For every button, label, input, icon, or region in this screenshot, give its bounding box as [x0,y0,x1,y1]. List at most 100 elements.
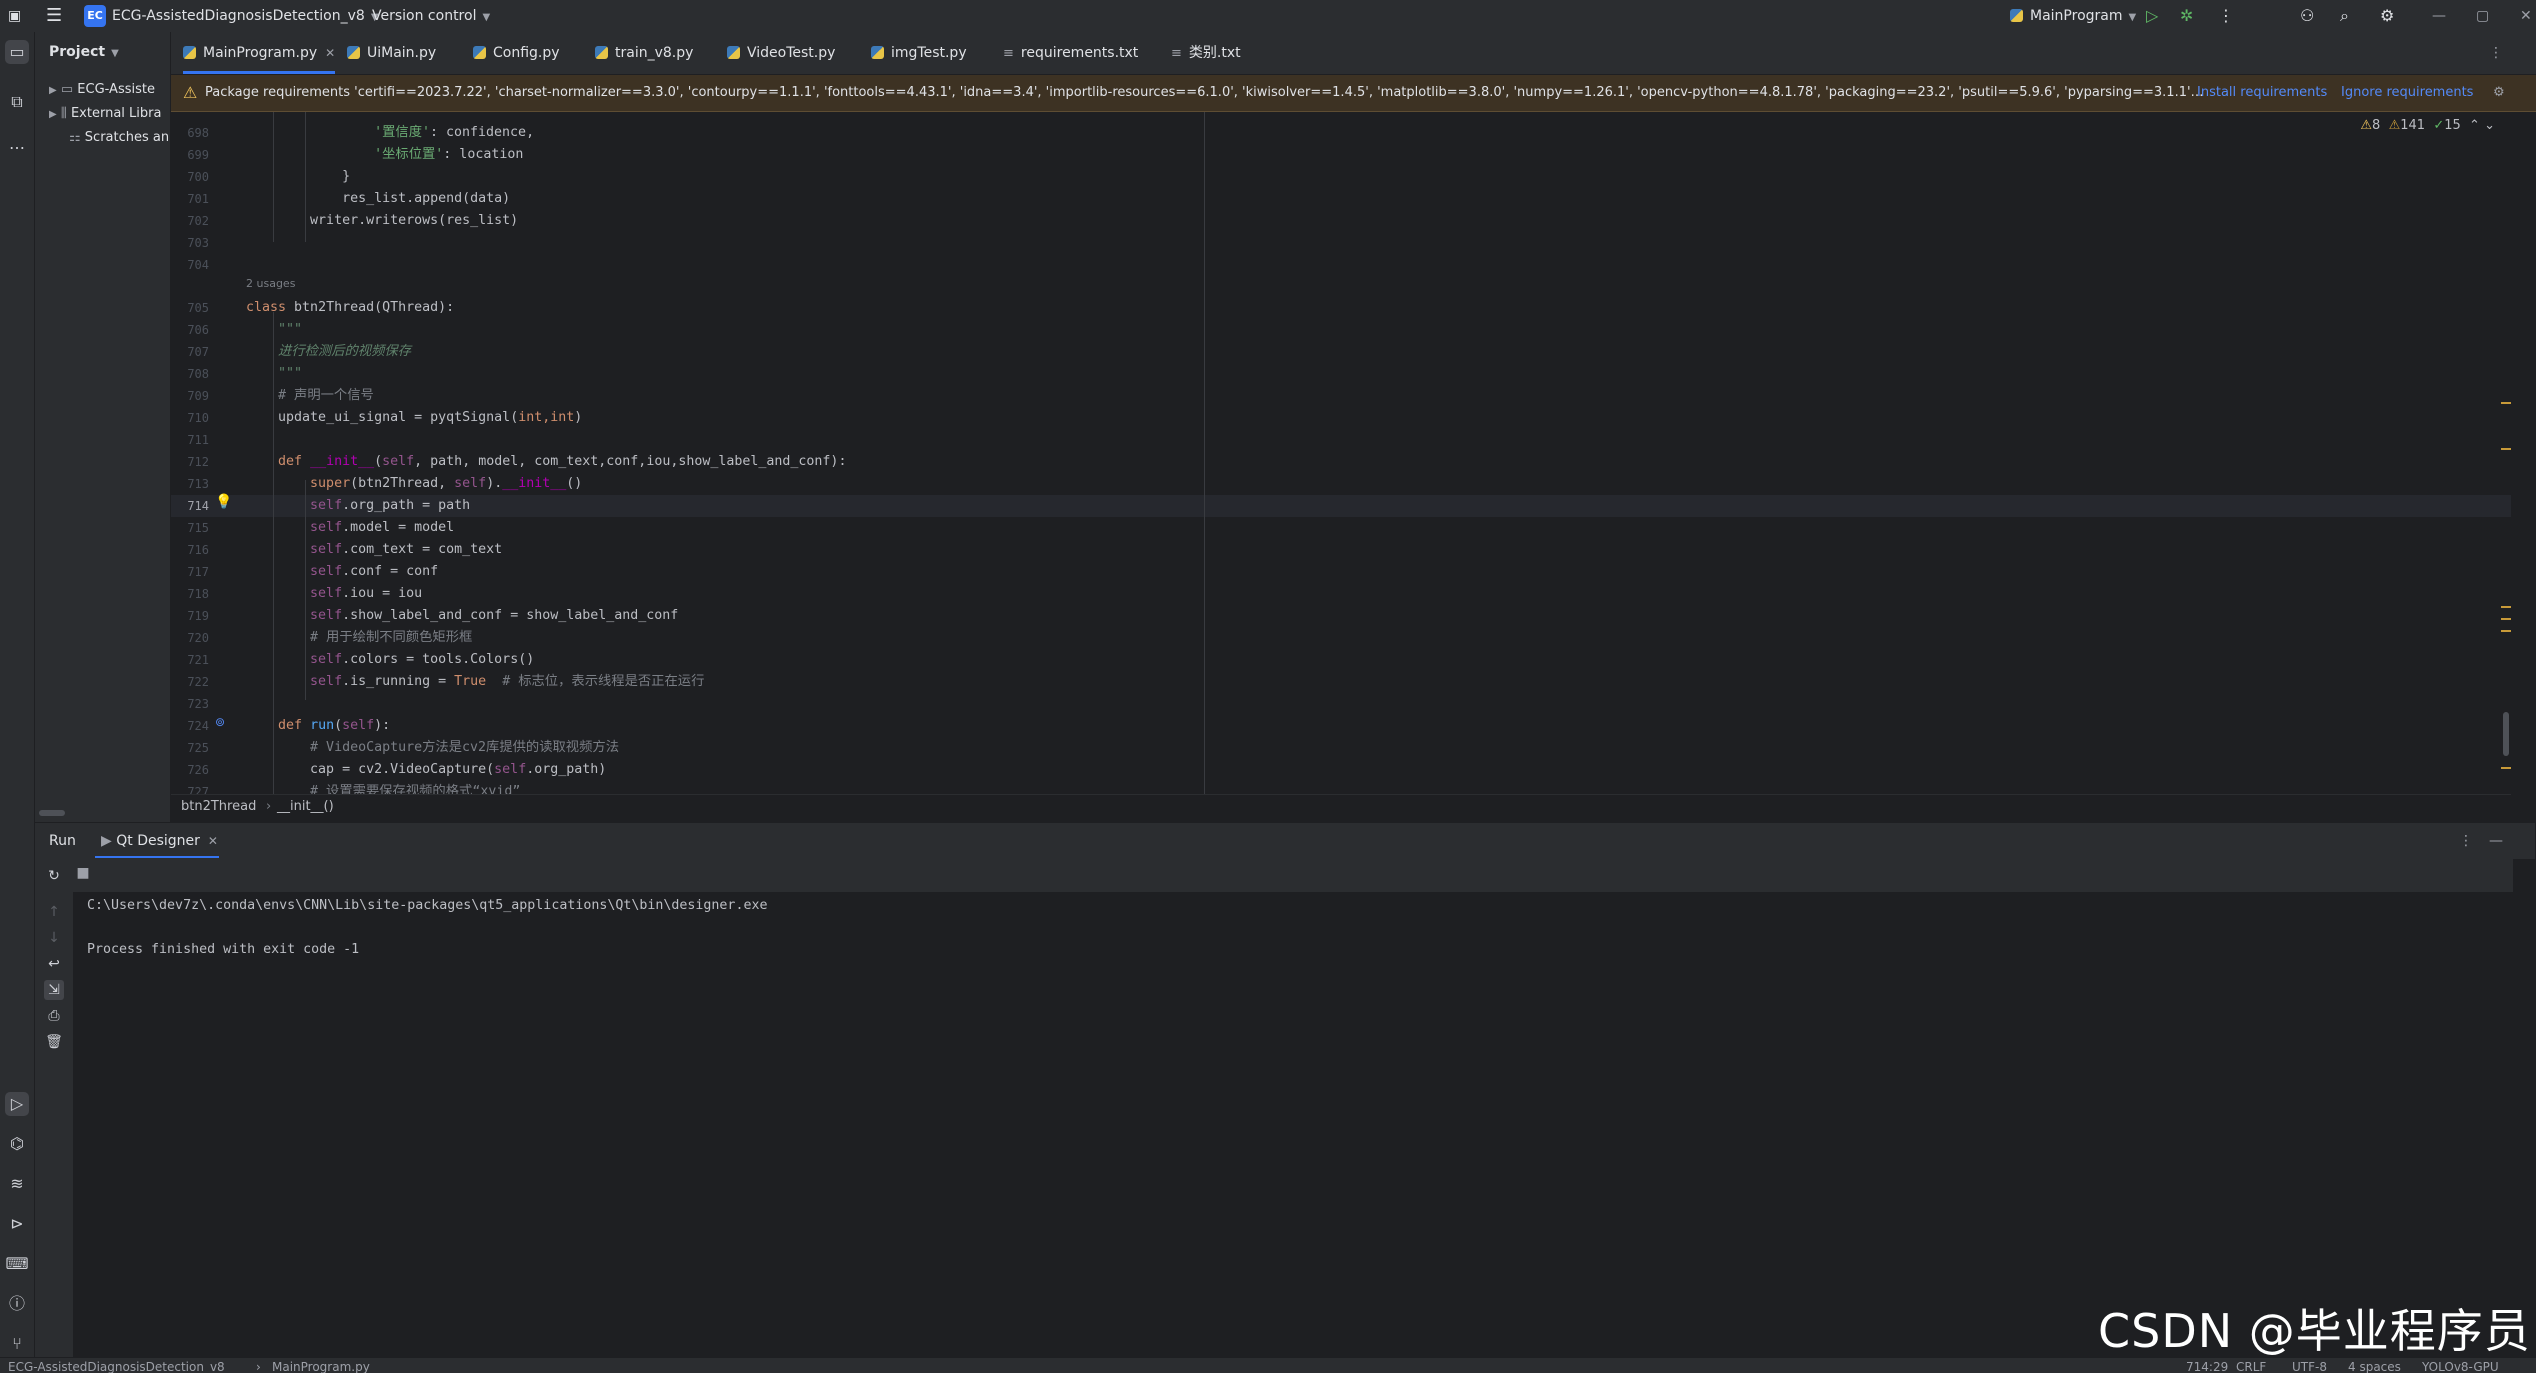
code-line: super(btn2Thread, self).__init__() [310,476,583,491]
debug-icon[interactable]: ✲ [2180,0,2193,32]
tab-categories[interactable]: ≡ 类别.txt [1171,32,1241,74]
override-method-icon[interactable]: ⊚ [215,715,225,729]
tab-videotest[interactable]: VideoTest.py [727,32,835,74]
line-number: 712 [187,455,209,469]
project-panel-title[interactable]: Project ▼ [49,44,119,60]
tab-imgtest[interactable]: imgTest.py [871,32,967,74]
code-line: # 用于绘制不同颜色矩形框 [310,630,473,645]
console-output[interactable]: C:\Users\dev7z\.conda\envs\CNN\Lib\site-… [73,892,2513,1357]
services-icon[interactable]: ⊳ [5,1212,29,1236]
code-line: self.model = model [310,520,455,535]
main-menu-icon[interactable]: ☰ [46,0,62,32]
vertical-scrollbar[interactable] [2503,712,2509,756]
install-requirements-link[interactable]: Install requirements [2197,75,2327,111]
clear-all-icon[interactable]: 🗑 [44,1032,64,1052]
search-icon[interactable]: ⌕ [2340,0,2349,32]
tab-qt-designer[interactable]: ▶ Qt Designer ✕ [101,823,218,859]
vcs-menu[interactable]: Version control ▼ [372,0,490,32]
tab-requirements[interactable]: ≡ requirements.txt [1003,32,1138,74]
line-number: 709 [187,389,209,403]
lightbulb-icon[interactable]: 💡 [215,494,232,510]
python-packages-icon[interactable]: ⌬ [5,1132,29,1156]
close-tab-icon[interactable]: ✕ [325,46,335,60]
tree-item-scratches[interactable]: ⚏ Scratches an [69,130,169,145]
tab-mainprogram[interactable]: MainProgram.py ✕ [183,32,336,74]
run-config-icon: ▶ [101,833,112,849]
line-number: 723 [187,697,209,711]
scroll-marker[interactable] [2501,606,2511,608]
line-number: 711 [187,433,209,447]
check-icon: ✓ [2433,118,2445,133]
scroll-marker[interactable] [2501,767,2511,769]
chevron-down-icon[interactable]: ⌄ [2484,118,2495,133]
stop-icon[interactable]: ■ [73,865,93,885]
hide-panel-icon[interactable]: — [2489,823,2503,859]
line-number: 705 [187,301,209,315]
project-selector[interactable]: ECG-AssistedDiagnosisDetection_v8 ▼ [112,0,379,32]
problems-icon[interactable]: ⓘ [5,1292,29,1316]
run-panel-title[interactable]: Run [49,823,76,859]
tab-options-icon[interactable]: ⋮ [2489,32,2503,74]
git-icon[interactable]: ⑂ [5,1332,29,1356]
more-options-icon[interactable]: ⋮ [2459,823,2473,859]
tab-config[interactable]: Config.py [473,32,560,74]
scroll-marker[interactable] [2501,618,2511,620]
terminal-icon[interactable]: ⌨ [5,1252,29,1276]
ignore-requirements-link[interactable]: Ignore requirements [2341,75,2473,111]
close-tab-icon[interactable]: ✕ [208,834,218,848]
rerun-icon[interactable]: ↻ [44,866,64,886]
breadcrumb-method[interactable]: __init__() [277,799,334,814]
chevron-down-icon: ▼ [2128,12,2137,23]
code-line: """ [278,322,303,337]
line-number: 725 [187,741,209,755]
scroll-marker[interactable] [2501,402,2511,404]
scroll-marker[interactable] [2501,630,2511,632]
code-editor[interactable]: ⚠8 ⚠141 ✓15 ⌃ ⌄ 698 699 700 701 702 703 … [171,112,2511,794]
run-tool-icon[interactable]: ▷ [5,1092,29,1116]
settings-icon[interactable]: ⚙ [2380,0,2394,32]
structure-icon[interactable]: ⧉ [5,90,29,114]
chevron-up-icon[interactable]: ⌃ [2469,118,2480,133]
breadcrumb-class[interactable]: btn2Thread [181,799,256,814]
scroll-up-icon[interactable]: ↑ [44,902,64,922]
more-actions-icon[interactable]: ⋮ [2218,0,2234,32]
python-file-icon [871,46,884,59]
scroll-to-end-icon[interactable]: ⇲ [44,980,64,1000]
horizontal-scrollbar[interactable] [39,810,65,816]
close-icon[interactable]: ✕ [2520,0,2532,32]
tree-item-external-libraries[interactable]: ▶ ⫼ External Libra [49,106,161,121]
status-file[interactable]: MainProgram.py [272,1358,370,1373]
more-tools-icon[interactable]: … [5,132,29,156]
layers-icon[interactable]: ≋ [5,1172,29,1196]
app-logo-icon[interactable]: ▣ [8,0,21,32]
chevron-down-icon: ▼ [482,12,491,23]
run-config-selector[interactable]: MainProgram ▼ [2010,0,2136,32]
library-icon: ⫼ [60,106,67,121]
line-number: 713 [187,477,209,491]
line-number: 716 [187,543,209,557]
print-icon[interactable]: ⎙ [44,1006,64,1026]
inspection-widget[interactable]: ⚠8 ⚠141 ✓15 ⌃ ⌄ [2360,118,2495,133]
code-line: update_ui_signal = pyqtSignal(int,int) [278,410,583,425]
soft-wrap-icon[interactable]: ↩ [44,954,64,974]
line-number: 701 [187,192,209,206]
tab-uimain[interactable]: UiMain.py [347,32,436,74]
project-folder-icon[interactable]: ▭ [5,40,29,64]
minimize-icon[interactable]: — [2432,0,2446,32]
gear-icon[interactable]: ⚙ [2493,75,2505,111]
code-line: 进行检测后的视频保存 [278,344,411,359]
maximize-icon[interactable]: ▢ [2476,0,2489,32]
status-project[interactable]: ECG-AssistedDiagnosisDetection_v8 [8,1358,225,1373]
tab-train-v8[interactable]: train_v8.py [595,32,693,74]
account-icon[interactable]: ⚇ [2300,0,2314,32]
tree-item-project[interactable]: ▶ ▭ ECG-Assiste [49,82,155,97]
line-number-current: 714 [187,499,209,513]
line-number: 726 [187,763,209,777]
run-icon[interactable]: ▷ [2146,0,2158,32]
notification-message: Package requirements 'certifi==2023.7.22… [205,85,2205,100]
usages-hint[interactable]: 2 usages [246,277,295,290]
scroll-down-icon[interactable]: ↓ [44,928,64,948]
code-line: # VideoCapture方法是cv2库提供的读取视频方法 [310,740,619,755]
scroll-marker[interactable] [2501,448,2511,450]
line-gutter[interactable]: 698 699 700 701 702 703 704 705 706 707 … [171,112,243,794]
